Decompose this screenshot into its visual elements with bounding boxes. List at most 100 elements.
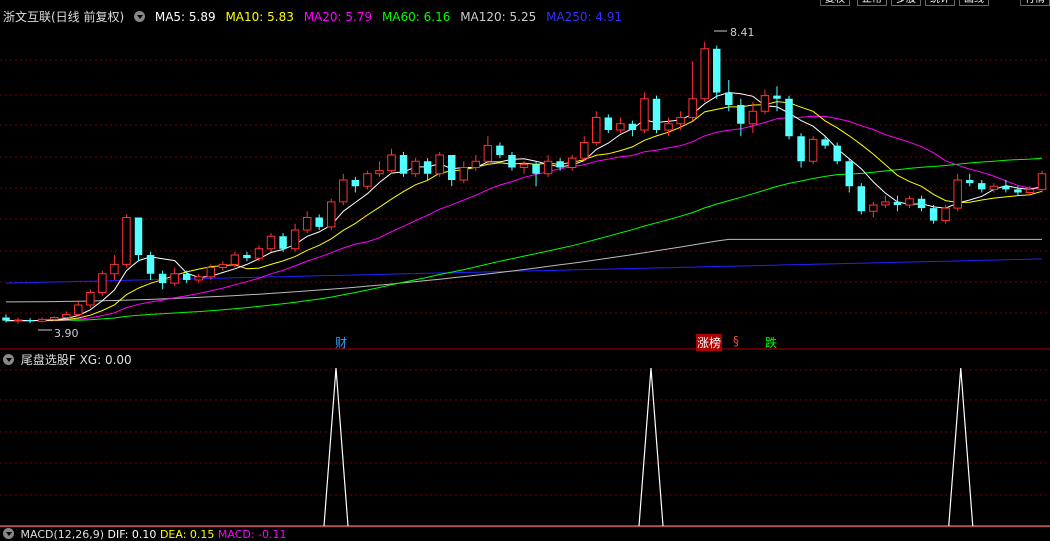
- candle-body-up: [688, 98, 697, 118]
- main-header: 浙文互联(日线 前复权) MA5: 5.89 MA10: 5.83 MA20: …: [0, 8, 628, 24]
- candle-body-up: [1025, 188, 1035, 193]
- candle-body-down: [423, 161, 432, 174]
- candle-body-up: [700, 48, 709, 100]
- candle-body-up: [483, 145, 493, 162]
- candle-body-down: [496, 145, 504, 155]
- s-mark-tag[interactable]: §: [733, 334, 739, 348]
- die-tag[interactable]: 跌: [765, 334, 777, 351]
- candle-body-up: [664, 123, 673, 131]
- stock-title[interactable]: 浙文互联(日线 前复权): [3, 10, 124, 24]
- candle-body-down: [604, 117, 613, 130]
- candle-body-up: [375, 170, 384, 175]
- candle-body-down: [965, 180, 974, 184]
- candle-body-up: [953, 179, 962, 209]
- candle-body-up: [869, 204, 878, 212]
- candle-body-down: [1002, 186, 1010, 190]
- candle-body-down: [773, 95, 781, 99]
- candle-body-up: [989, 185, 999, 190]
- candle-body-down: [182, 273, 191, 280]
- ma10-line: [6, 101, 1043, 322]
- candle-body-up: [676, 117, 685, 125]
- candle-body-down: [833, 145, 841, 162]
- candle-body-up: [110, 263, 119, 275]
- candle-body-down: [1014, 189, 1022, 193]
- candle-body-up: [941, 207, 950, 222]
- candle-body-up: [519, 163, 529, 168]
- candle-body-down: [532, 164, 540, 174]
- candle-body-down: [351, 180, 360, 187]
- candle-body-down: [978, 183, 986, 190]
- sub-dropdown-icon[interactable]: [3, 354, 14, 365]
- candle-body-up: [290, 229, 300, 250]
- candle-body-up: [567, 157, 577, 168]
- candle-body-up: [254, 248, 264, 259]
- candle-body-down: [315, 217, 323, 227]
- candle-body-down: [556, 161, 564, 168]
- finance-tag[interactable]: 财: [335, 334, 347, 351]
- candle-body-up: [170, 273, 179, 284]
- candle-body-down: [821, 139, 829, 146]
- candle-body-down: [893, 201, 902, 205]
- candle-body-up: [411, 160, 420, 175]
- candle-body-up: [748, 110, 758, 125]
- kline-chart[interactable]: [0, 0, 1050, 535]
- candle-body-up: [543, 160, 553, 175]
- candle-body-up: [230, 254, 240, 265]
- candle-body-up: [471, 160, 481, 168]
- candle-body-down: [146, 255, 155, 274]
- candle-body-up: [266, 235, 276, 250]
- candle-body-down: [917, 198, 926, 209]
- ma250-label: MA250: 4.91: [546, 10, 623, 24]
- candle-body-up: [61, 313, 71, 318]
- candle-body-up: [194, 276, 203, 281]
- ma120-label: MA120: 5.25: [460, 10, 537, 24]
- ma10-label: MA10: 5.83: [225, 10, 294, 24]
- candle-body-down: [737, 105, 745, 124]
- candle-body-up: [592, 117, 601, 143]
- candle-body-up: [459, 167, 469, 181]
- candle-body-up: [218, 263, 228, 268]
- candle-body-up: [37, 318, 47, 322]
- dropdown-icon[interactable]: [134, 11, 146, 22]
- candle-body-down: [845, 161, 853, 187]
- xg-spike: [323, 367, 349, 527]
- candle-body-up: [339, 179, 348, 203]
- candle-body-down: [652, 98, 661, 130]
- ma20-line: [6, 115, 1043, 322]
- candle-body-up: [808, 138, 818, 162]
- candle-body-down: [279, 236, 287, 249]
- candle-body-down: [929, 208, 938, 221]
- candle-body-down: [134, 217, 143, 255]
- candle-body-up: [13, 319, 23, 322]
- candle-body-up: [1037, 173, 1047, 190]
- zhangbang-tag[interactable]: 涨榜: [696, 334, 723, 351]
- candle-body-up: [49, 317, 59, 320]
- xg-spike: [638, 367, 664, 527]
- candle-body-up: [122, 217, 131, 265]
- candle-body-up: [881, 201, 890, 206]
- candle-body-down: [508, 155, 516, 168]
- candle-body-up: [302, 217, 312, 231]
- candle-body-up: [905, 198, 914, 206]
- ma5-line: [5, 91, 1043, 322]
- candle-body-up: [86, 292, 95, 306]
- xg-spike: [948, 367, 974, 527]
- xg-value: XG: 0.00: [79, 353, 132, 367]
- sub-title: 尾盘选股F: [20, 353, 76, 367]
- candle-body-down: [26, 320, 34, 322]
- candle-body-down: [713, 48, 721, 93]
- candle-body-down: [857, 186, 866, 212]
- candle-body-up: [616, 123, 625, 131]
- candle-body-up: [387, 154, 396, 172]
- macd-dropdown-icon[interactable]: [3, 528, 14, 539]
- high-price-label: 8.41: [730, 26, 755, 39]
- sub-header: 尾盘选股F XG: 0.00: [3, 351, 132, 368]
- candle-body-up: [363, 173, 372, 187]
- candle-body-down: [447, 155, 456, 180]
- ma60-label: MA60: 6.16: [381, 10, 451, 24]
- candle-body-up: [74, 304, 83, 315]
- candle-body-down: [797, 136, 805, 162]
- candle-body-up: [640, 98, 649, 131]
- ma20-label: MA20: 5.79: [303, 10, 373, 24]
- candle-body-down: [243, 255, 251, 259]
